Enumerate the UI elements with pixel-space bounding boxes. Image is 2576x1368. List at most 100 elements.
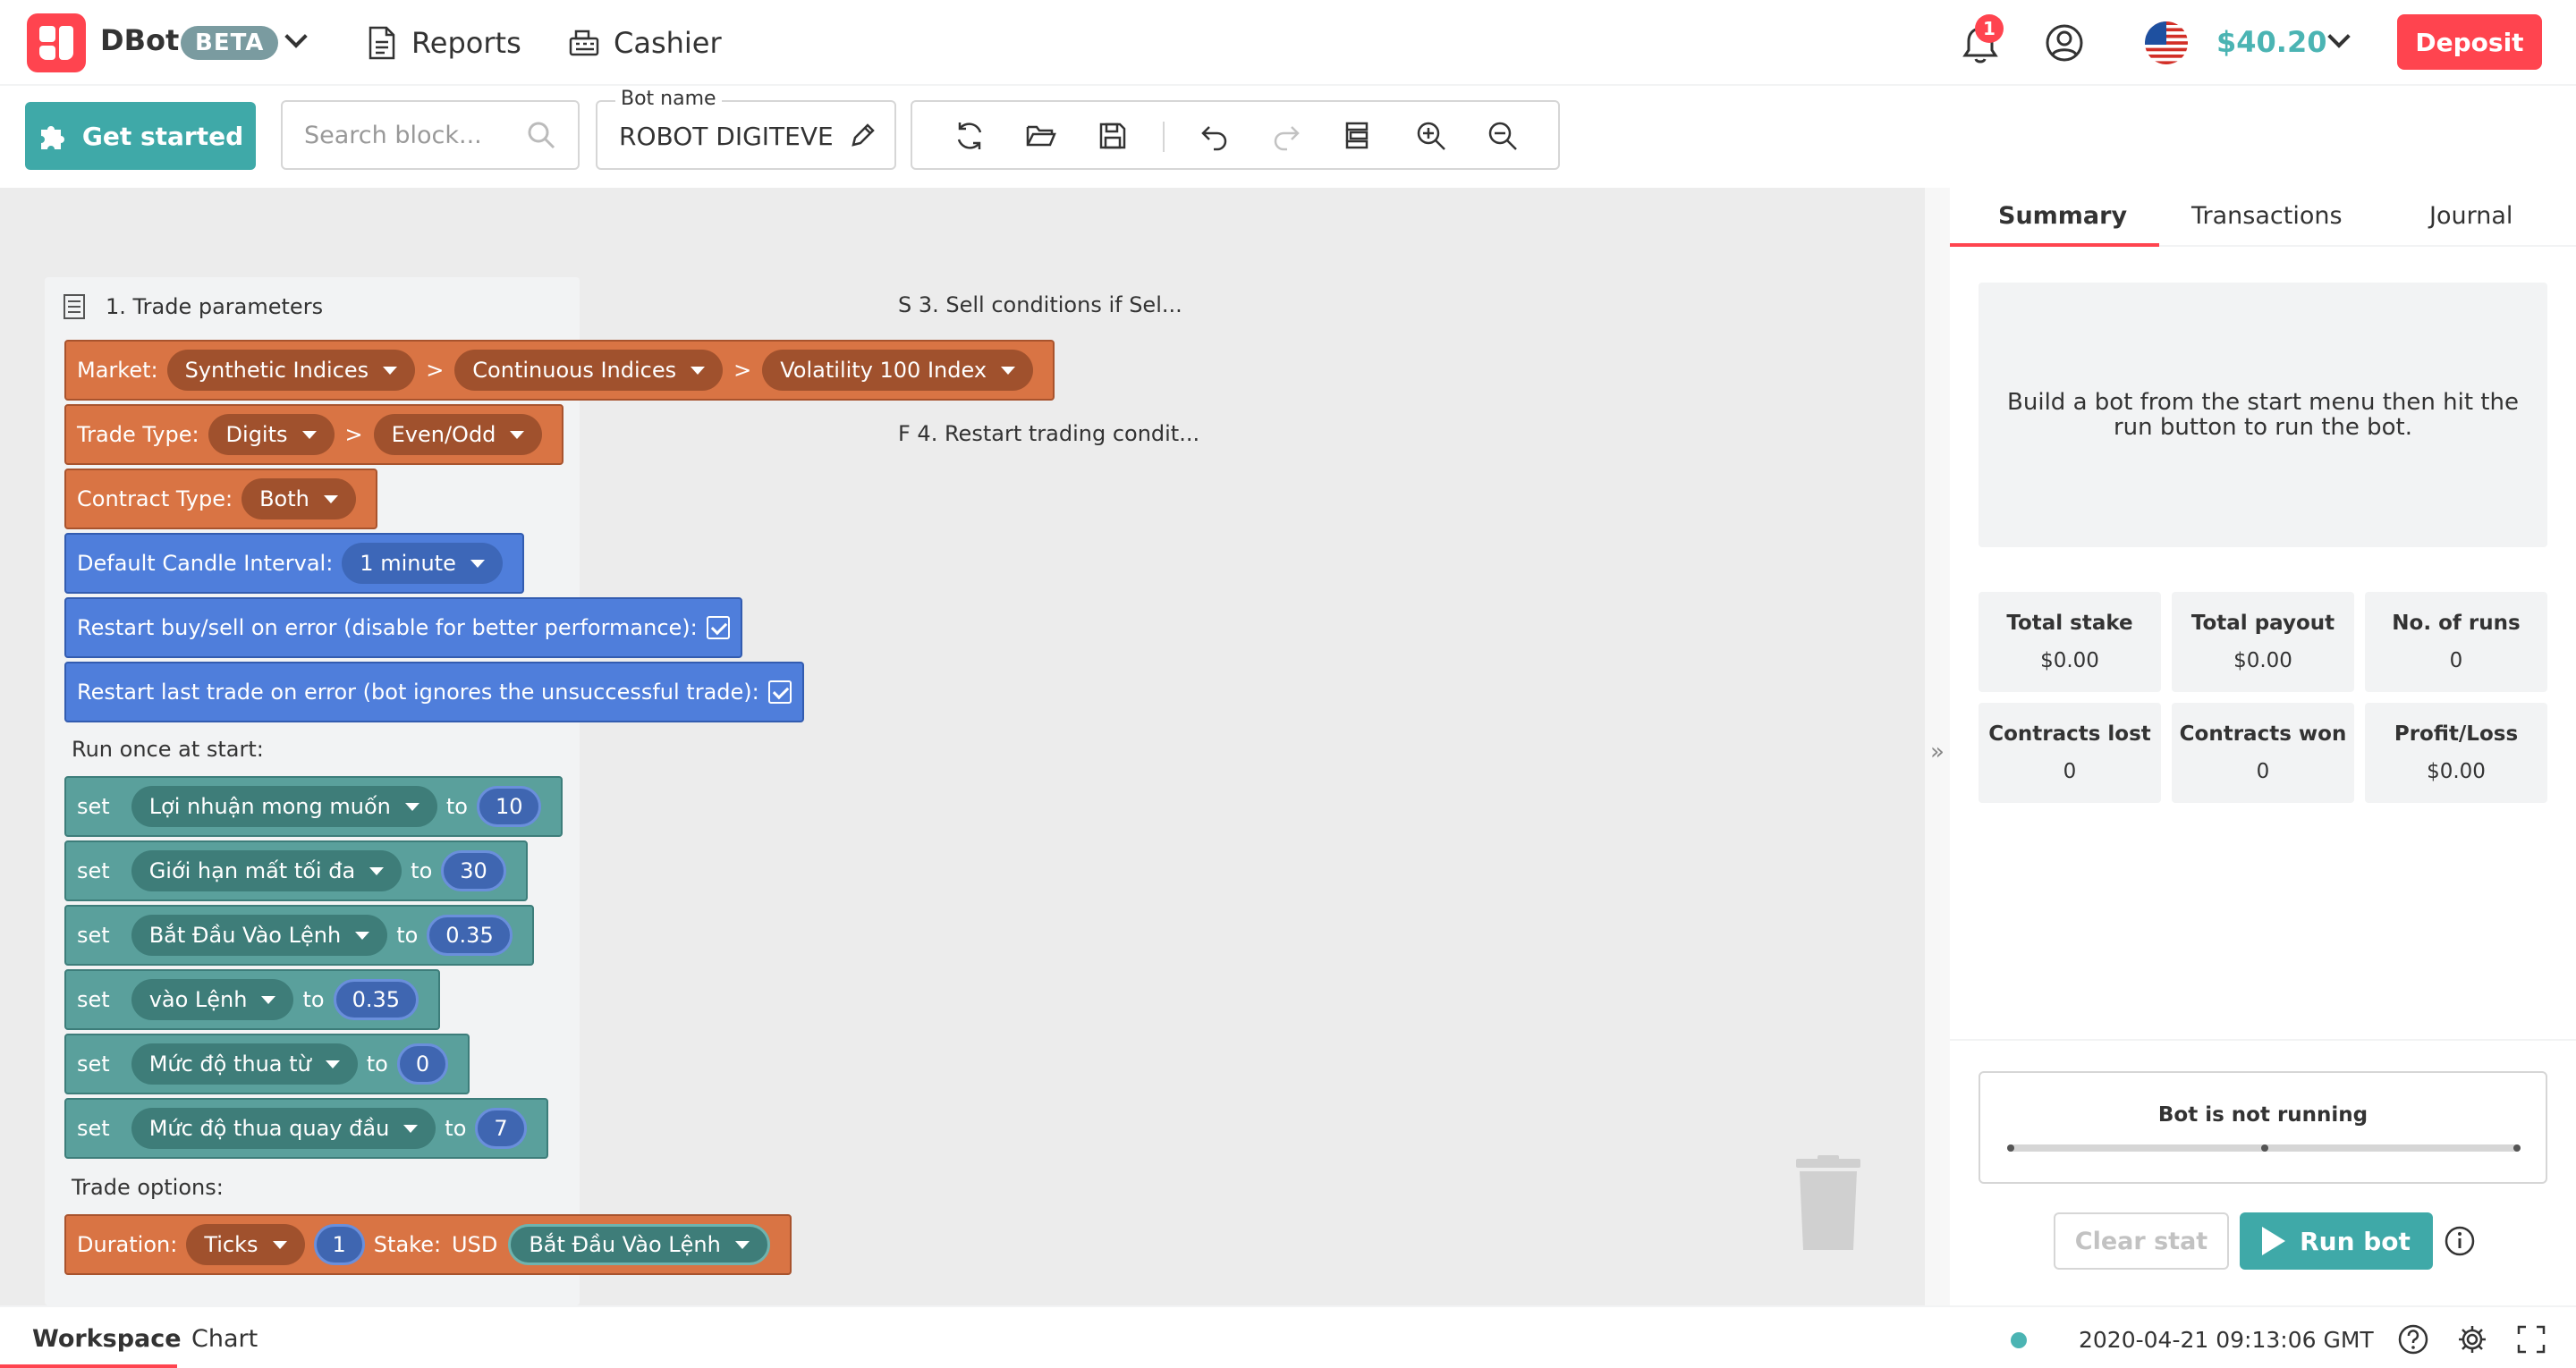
edit-pencil-icon[interactable]: [848, 120, 878, 150]
zoom-in-icon[interactable]: [1415, 120, 1447, 152]
undo-icon[interactable]: [1199, 120, 1231, 152]
number-input[interactable]: 0.35: [333, 979, 419, 1020]
bot-name-value[interactable]: ROBOT DIGITEVEN: [619, 122, 834, 151]
nav-cashier[interactable]: Cashier: [569, 20, 722, 66]
server-time: 2020-04-21 09:13:06 GMT: [2079, 1327, 2374, 1353]
number-input[interactable]: 7: [475, 1108, 527, 1149]
set-variable-block[interactable]: set Lợi nhuận mong muốn to 10: [64, 776, 564, 837]
set-variable-block[interactable]: set Bắt Đầu Vào Lệnh to 0.35: [64, 905, 534, 966]
set-variable-block[interactable]: set Giới hạn mất tối đa to 30: [64, 840, 528, 901]
variable-dropdown[interactable]: Lợi nhuận mong muốn: [131, 786, 437, 827]
set-variable-block[interactable]: set Mức độ thua quay đầu to 7: [64, 1098, 548, 1159]
info-icon[interactable]: [2444, 1225, 2476, 1257]
variable-dropdown[interactable]: vào Lệnh: [131, 979, 294, 1020]
set-variable-block[interactable]: set Mức độ thua từ to 0: [64, 1034, 470, 1094]
tab-chart[interactable]: Chart: [191, 1325, 258, 1353]
save-disk-icon[interactable]: [1097, 120, 1129, 152]
submarket-dropdown[interactable]: Continuous Indices: [454, 350, 724, 391]
collapsed-restart-trading-block[interactable]: F 4. Restart trading condit...: [886, 402, 1213, 465]
run-bot-button[interactable]: Run bot: [2240, 1212, 2433, 1270]
collapsed-sell-conditions-block[interactable]: S 3. Sell conditions if Sel...: [886, 274, 1195, 336]
number-input[interactable]: 0.35: [427, 915, 513, 956]
trash-can-icon[interactable]: [1792, 1155, 1864, 1254]
variable-dropdown[interactable]: Mức độ thua từ: [131, 1043, 358, 1085]
variable-name: vào Lệnh: [148, 987, 248, 1012]
candle-interval-dropdown[interactable]: 1 minute: [342, 543, 503, 584]
dropdown-caret-icon: [325, 1060, 340, 1068]
market-block[interactable]: Market: Synthetic Indices > Continuous I…: [64, 340, 1055, 401]
tab-transactions[interactable]: Transactions: [2191, 202, 2343, 230]
collapsed-sell-text: S 3. Sell conditions if Sel...: [898, 292, 1182, 317]
trade-type-dropdown[interactable]: Even/Odd: [373, 414, 543, 455]
account-user-icon[interactable]: [2045, 23, 2084, 63]
set-variable-block[interactable]: set vào Lệnh to 0.35: [64, 969, 440, 1030]
variable-dropdown[interactable]: Giới hạn mất tối đa: [131, 850, 402, 891]
sort-blocks-icon[interactable]: [1342, 120, 1374, 152]
number-input[interactable]: 0: [396, 1043, 449, 1085]
tab-journal[interactable]: Journal: [2429, 202, 2512, 230]
stat-value: 0: [2063, 760, 2077, 783]
candle-interval-block[interactable]: Default Candle Interval: 1 minute: [64, 533, 524, 594]
zoom-out-icon[interactable]: [1487, 120, 1519, 152]
contract-type-block[interactable]: Contract Type: Both: [64, 469, 377, 529]
number-input[interactable]: 10: [476, 786, 542, 827]
stake-variable-dropdown[interactable]: Bắt Đầu Vào Lệnh: [508, 1224, 770, 1265]
variable-name: Mức độ thua từ: [148, 1051, 311, 1077]
dropdown-caret-icon: [1001, 366, 1016, 375]
nav-cashier-label: Cashier: [614, 26, 722, 60]
dbot-logo[interactable]: [27, 13, 86, 72]
restart-last-trade-checkbox[interactable]: [767, 680, 792, 704]
search-block-input[interactable]: Search block...: [281, 100, 580, 170]
help-icon[interactable]: [2397, 1323, 2429, 1355]
trade-category-dropdown[interactable]: Digits: [208, 414, 335, 455]
trade-options-block[interactable]: Duration: Ticks 1 Stake: USD Bắt Đầu Vào…: [64, 1214, 792, 1275]
fullscreen-icon[interactable]: [2515, 1323, 2547, 1355]
dropdown-caret-icon: [355, 931, 370, 940]
deposit-button[interactable]: Deposit: [2397, 14, 2542, 70]
restart-buy-sell-checkbox[interactable]: [706, 616, 730, 639]
app-name: DBot: [100, 23, 180, 57]
market-value: Synthetic Indices: [184, 358, 369, 383]
number-input[interactable]: 30: [441, 850, 506, 891]
summary-info-text: Build a bot from the start menu then hit…: [2007, 389, 2519, 441]
restart-last-trade-block[interactable]: Restart last trade on error (bot ignores…: [64, 662, 804, 722]
duration-unit-dropdown[interactable]: Ticks: [186, 1224, 305, 1265]
symbol-dropdown[interactable]: Volatility 100 Index: [762, 350, 1034, 391]
dropdown-caret-icon: [323, 494, 338, 503]
redo-icon[interactable]: [1270, 120, 1302, 152]
progress-step-dot: [2007, 1144, 2014, 1152]
reset-refresh-icon[interactable]: [953, 120, 986, 152]
nav-reports[interactable]: Reports: [367, 20, 521, 66]
notification-count-badge: 1: [1975, 14, 2004, 43]
account-chevron-down-icon[interactable]: [2327, 25, 2351, 48]
settings-gear-icon[interactable]: [2456, 1323, 2488, 1355]
variable-dropdown[interactable]: Bắt Đầu Vào Lệnh: [131, 915, 388, 956]
clear-stat-button[interactable]: Clear stat: [2054, 1212, 2229, 1270]
bot-name-field[interactable]: Bot name ROBOT DIGITEVEN: [596, 88, 896, 170]
tab-workspace[interactable]: Workspace: [32, 1325, 182, 1353]
contract-type-dropdown[interactable]: Both: [242, 478, 356, 519]
duration-input[interactable]: 1: [313, 1224, 365, 1265]
get-started-button[interactable]: Get started: [25, 102, 256, 170]
panel-collapse-strip[interactable]: »: [1923, 188, 1950, 1305]
open-folder-icon[interactable]: [1025, 120, 1057, 152]
trade-type-block[interactable]: Trade Type: Digits > Even/Odd: [64, 404, 564, 465]
duration-label: Duration:: [77, 1232, 178, 1257]
variable-dropdown[interactable]: Mức độ thua quay đầu: [131, 1108, 436, 1149]
to-word: to: [366, 1051, 388, 1077]
active-tab-indicator: [1950, 243, 2159, 247]
app-switcher-chevron-down-icon[interactable]: [284, 25, 308, 48]
duration-unit-value: Ticks: [204, 1232, 258, 1257]
stat-title: Total payout: [2190, 612, 2335, 635]
restart-buy-sell-block[interactable]: Restart buy/sell on error (disable for b…: [64, 597, 742, 658]
separator-arrow: >: [344, 422, 363, 447]
double-chevron-right-icon[interactable]: »: [1930, 739, 1945, 765]
account-balance[interactable]: $40.20: [2216, 25, 2326, 59]
trade-parameters-title: 1. Trade parameters: [63, 293, 323, 320]
variable-name: Mức độ thua quay đầu: [148, 1116, 390, 1141]
market-dropdown[interactable]: Synthetic Indices: [166, 350, 416, 391]
us-flag-icon[interactable]: [2145, 21, 2188, 64]
blockly-workspace[interactable]: 1. Trade parameters Market: Synthetic In…: [0, 188, 1923, 1305]
dropdown-caret-icon: [404, 802, 419, 811]
tab-summary[interactable]: Summary: [1998, 202, 2127, 230]
